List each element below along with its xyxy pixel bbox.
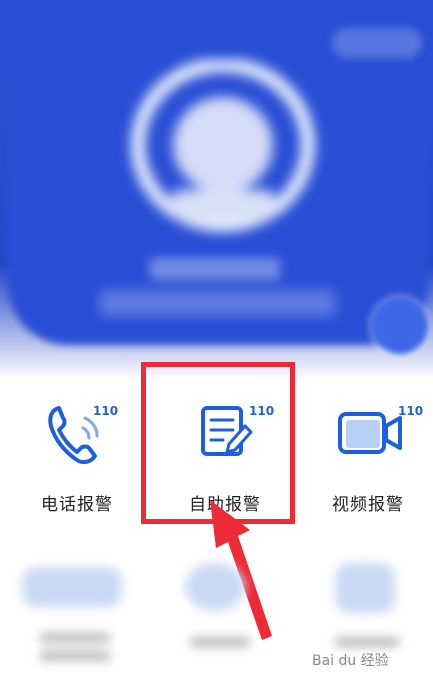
service-video-alarm[interactable]: 110 视频报警 [298, 400, 433, 530]
service-phone-alarm[interactable]: 110 电话报警 [7, 400, 147, 530]
floating-assist-button[interactable] [372, 298, 428, 354]
lower-service-grid [0, 555, 433, 693]
banner-slogan [100, 290, 335, 316]
watermark: Bai du 经验 [312, 653, 389, 669]
police-emblem-icon [131, 60, 315, 232]
badge-110: 110 [93, 404, 119, 418]
banner-corner-button[interactable] [332, 28, 422, 58]
lower-label-2 [190, 637, 250, 647]
header-banner [0, 0, 433, 380]
lower-tile-3[interactable] [335, 563, 395, 613]
lower-label-1b [40, 651, 110, 661]
highlight-box [141, 362, 295, 524]
badge-110: 110 [398, 404, 424, 418]
service-label: 视频报警 [332, 495, 404, 515]
lower-label-3 [335, 637, 399, 647]
service-label: 电话报警 [41, 495, 113, 515]
banner-title [150, 258, 280, 280]
lower-label-1 [40, 633, 110, 643]
lower-tile-2[interactable] [185, 563, 245, 611]
lower-tile-1[interactable] [22, 567, 122, 607]
phone-icon [48, 406, 99, 465]
